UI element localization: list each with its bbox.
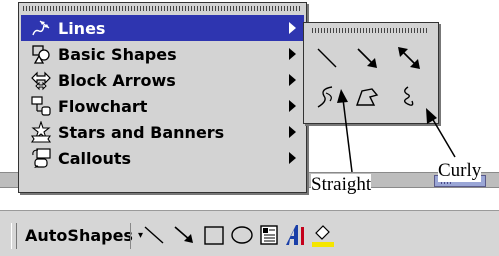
toolbar-handle[interactable] xyxy=(11,223,17,249)
freeform-icon[interactable] xyxy=(352,83,382,111)
submenu-arrow-icon xyxy=(289,48,296,60)
submenu-arrow-icon xyxy=(289,152,296,164)
menu-item-lines[interactable]: Lines xyxy=(21,15,304,41)
menu-item-label: Flowchart xyxy=(58,96,148,116)
block-arrows-icon xyxy=(31,71,51,91)
arrow-icon[interactable] xyxy=(352,45,382,73)
double-arrow-icon[interactable] xyxy=(394,45,424,73)
callouts-icon xyxy=(32,148,51,168)
menu-item-label: Lines xyxy=(58,18,106,38)
autoshapes-label: AutoShapes xyxy=(25,225,133,245)
menu-item-block-arrows[interactable]: Block Arrows xyxy=(21,67,304,93)
basic-shapes-icon xyxy=(32,45,50,64)
submenu-arrow-icon xyxy=(289,100,296,112)
flowchart-icon xyxy=(31,96,51,116)
rectangle-tool-icon[interactable] xyxy=(201,221,227,249)
menu-item-label: Stars and Banners xyxy=(58,122,225,142)
straight-annotation-label: Straight xyxy=(311,174,372,196)
autoshapes-button[interactable]: AutoShapes ▾ xyxy=(21,221,147,249)
menu-item-flowchart[interactable]: Flowchart xyxy=(21,93,304,119)
submenu-arrow-icon xyxy=(289,22,296,34)
curly-annotation-label: Curly xyxy=(438,160,482,182)
line-icon[interactable] xyxy=(312,45,342,73)
oval-tool-icon[interactable] xyxy=(229,221,255,249)
menu-item-callouts[interactable]: Callouts xyxy=(21,145,304,171)
menu-item-stars-and-banners[interactable]: Stars and Banners xyxy=(21,119,304,145)
toolbar-separator xyxy=(130,223,131,249)
submenu-tear-off-grip[interactable] xyxy=(312,28,428,33)
menu-item-label: Basic Shapes xyxy=(58,44,177,64)
arrow-tool-icon[interactable] xyxy=(171,221,197,249)
wordart-tool-icon[interactable] xyxy=(282,221,308,249)
textbox-tool-icon[interactable] xyxy=(256,221,282,249)
autoshapes-menu: Lines Basic Shapes Block Arrows Flowchar… xyxy=(18,2,307,193)
submenu-arrow-icon xyxy=(289,126,296,138)
submenu-arrow-icon xyxy=(289,74,296,86)
scribble-icon[interactable] xyxy=(394,83,424,111)
lines-icon xyxy=(32,20,50,36)
menu-item-label: Callouts xyxy=(58,148,132,168)
curve-icon[interactable] xyxy=(312,83,342,111)
lines-submenu xyxy=(303,22,439,124)
menu-item-basic-shapes[interactable]: Basic Shapes xyxy=(21,41,304,67)
menu-tear-off-grip[interactable] xyxy=(23,6,301,11)
line-tool-icon[interactable] xyxy=(141,221,167,249)
stars-banners-icon xyxy=(30,121,52,143)
menu-item-label: Block Arrows xyxy=(58,70,176,90)
drawing-toolbar: AutoShapes ▾ xyxy=(0,210,499,256)
fill-color-tool-icon[interactable] xyxy=(310,221,336,249)
